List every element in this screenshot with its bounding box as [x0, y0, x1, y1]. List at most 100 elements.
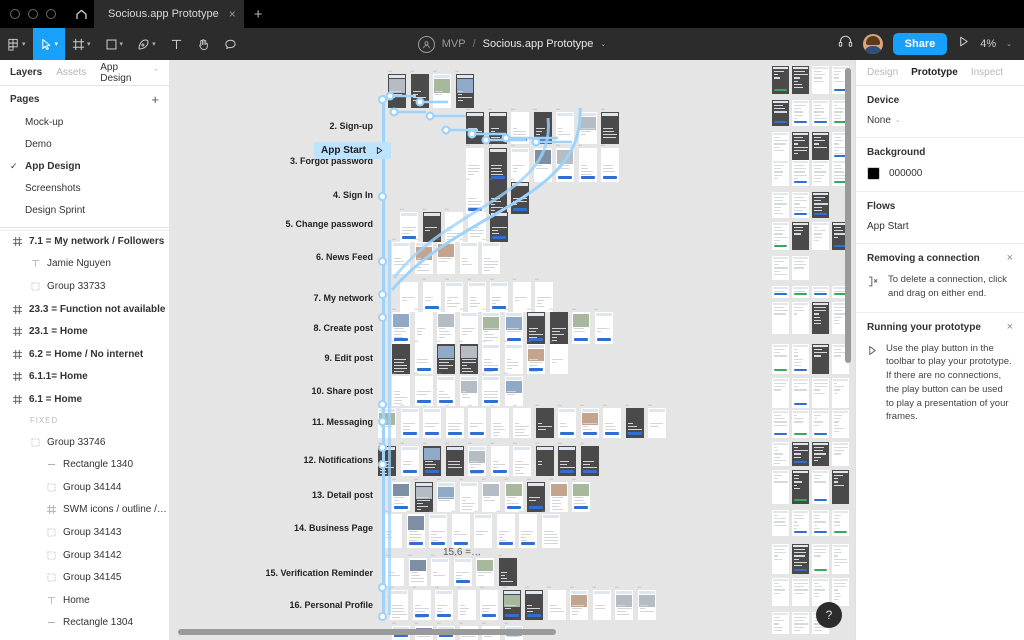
canvas-frame-thumbnail[interactable] [459, 344, 478, 374]
canvas-frame-thumbnail[interactable] [392, 376, 410, 406]
canvas-frame-thumbnail[interactable] [792, 612, 809, 634]
page-item-app-design[interactable]: ✓ App Design [0, 155, 169, 177]
close-running-prototype-icon[interactable]: × [1007, 321, 1013, 333]
canvas-frame-thumbnail[interactable] [603, 408, 621, 438]
layer-item[interactable]: 23.3 = Function not available [0, 298, 169, 321]
canvas-frame-thumbnail[interactable] [772, 612, 789, 634]
canvas-frame-thumbnail[interactable] [549, 482, 568, 512]
hand-tool-button[interactable] [190, 28, 217, 60]
canvas-frame-thumbnail[interactable] [519, 514, 537, 548]
prototype-connector-curve[interactable] [386, 82, 596, 172]
layer-item[interactable]: 6.2 = Home / No internet [0, 343, 169, 366]
canvas-frame-thumbnail[interactable] [482, 482, 500, 512]
flow-start-badge[interactable]: App Start [314, 142, 391, 159]
canvas-frame-thumbnail[interactable] [792, 192, 809, 218]
canvas-frame-thumbnail[interactable] [772, 100, 789, 126]
prototype-connector-node[interactable] [378, 583, 387, 592]
canvas-frame-thumbnail[interactable] [435, 590, 453, 620]
layer-item[interactable]: Group 34143 [0, 521, 169, 544]
canvas-frame-thumbnail[interactable] [637, 590, 656, 620]
canvas-frame-thumbnail[interactable] [490, 446, 509, 476]
canvas-frame-thumbnail[interactable] [513, 446, 531, 476]
canvas-frame-thumbnail[interactable] [792, 378, 809, 408]
canvas-frame-thumbnail[interactable] [502, 590, 521, 620]
prototype-connector-node[interactable] [378, 612, 387, 621]
layer-item[interactable]: Group 34145 [0, 566, 169, 589]
layer-item[interactable]: 7.1 = My network / Followers [0, 230, 169, 253]
figma-home-icon[interactable] [68, 8, 94, 21]
canvas-frame-thumbnail[interactable] [474, 514, 492, 548]
layer-item[interactable]: Rectangle 1340 [0, 453, 169, 476]
canvas-frame-thumbnail[interactable] [445, 408, 464, 438]
prototype-connector-node[interactable] [378, 95, 387, 104]
canvas-frame-thumbnail[interactable] [772, 544, 789, 574]
layer-item[interactable]: Group 34144 [0, 476, 169, 499]
tab-layers[interactable]: Layers [10, 67, 42, 78]
canvas-frame-thumbnail[interactable] [527, 344, 545, 374]
canvas-frame-thumbnail[interactable] [431, 558, 449, 586]
canvas-frame-thumbnail[interactable] [445, 446, 464, 476]
minimize-window-button[interactable] [28, 9, 38, 19]
layer-item[interactable]: SWM icons / outline / ho… [0, 499, 169, 522]
canvas-frame-thumbnail[interactable] [451, 514, 470, 548]
layer-item[interactable]: Group 33746 [0, 431, 169, 454]
canvas-frame-thumbnail[interactable] [482, 344, 500, 374]
canvas-frame-thumbnail[interactable] [572, 482, 590, 512]
audio-call-icon[interactable] [838, 34, 853, 54]
canvas-frame-thumbnail[interactable] [812, 302, 829, 334]
shape-tool-button[interactable]: ▾ [98, 28, 131, 60]
prototype-connector-node[interactable] [378, 417, 387, 426]
canvas-frame-thumbnail[interactable] [772, 442, 789, 466]
canvas-frame-thumbnail[interactable] [832, 378, 849, 408]
canvas-frame-thumbnail[interactable] [812, 160, 829, 186]
flow-play-icon[interactable] [375, 146, 384, 155]
canvas-frame-thumbnail[interactable] [400, 446, 419, 476]
canvas-frame-thumbnail[interactable] [625, 408, 644, 438]
canvas-frame-thumbnail[interactable] [437, 344, 455, 374]
canvas-frame-thumbnail[interactable] [414, 376, 433, 406]
canvas-frame-thumbnail[interactable] [414, 482, 433, 512]
canvas-frame-thumbnail[interactable] [832, 442, 849, 466]
canvas-frame-thumbnail[interactable] [504, 376, 523, 406]
canvas-frame-thumbnail[interactable] [412, 590, 431, 620]
page-selector[interactable]: App Design ⌃ [100, 62, 159, 84]
canvas-frame-thumbnail[interactable] [390, 590, 408, 620]
canvas-frame-thumbnail[interactable] [525, 590, 543, 620]
canvas-frame-thumbnail[interactable] [468, 446, 486, 476]
canvas-frame-thumbnail[interactable] [549, 344, 568, 374]
layer-item[interactable]: 6.1.1= Home [0, 366, 169, 389]
user-avatar[interactable] [862, 34, 883, 54]
canvas-frame-thumbnail[interactable] [772, 510, 789, 536]
canvas-frame-thumbnail[interactable] [772, 410, 789, 438]
canvas-frame-thumbnail[interactable] [541, 514, 560, 548]
canvas-frame-thumbnail[interactable] [812, 100, 829, 126]
tab-prototype[interactable]: Prototype [911, 67, 958, 78]
canvas-frame-thumbnail[interactable] [772, 256, 789, 280]
canvas-frame-thumbnail[interactable] [812, 510, 829, 536]
canvas-frame-thumbnail[interactable] [570, 590, 588, 620]
canvas-frame-thumbnail[interactable] [832, 510, 849, 536]
close-removing-connection-icon[interactable]: × [1007, 253, 1013, 264]
canvas-frame-thumbnail[interactable] [547, 590, 566, 620]
canvas-frame-thumbnail[interactable] [480, 590, 498, 620]
canvas-frame-thumbnail[interactable] [812, 344, 829, 374]
canvas-frame-thumbnail[interactable] [558, 446, 576, 476]
canvas-frame-thumbnail[interactable] [453, 558, 472, 586]
prototype-connector-node[interactable] [378, 192, 387, 201]
canvas-frame-thumbnail[interactable] [468, 408, 486, 438]
page-item-design-sprint[interactable]: Design Sprint [0, 199, 169, 221]
canvas-frame-thumbnail[interactable] [792, 256, 809, 280]
canvas-frame-thumbnail[interactable] [558, 408, 576, 438]
pen-tool-button[interactable]: ▾ [130, 28, 163, 60]
canvas-frame-thumbnail[interactable] [392, 482, 410, 512]
layer-item[interactable]: Group 33733 [0, 275, 169, 298]
canvas-frame-thumbnail[interactable] [832, 578, 849, 606]
device-select[interactable]: None ⌄ [867, 115, 1013, 126]
tab-design[interactable]: Design [867, 67, 898, 78]
canvas-frame-thumbnail[interactable] [580, 408, 599, 438]
canvas-frame-thumbnail[interactable] [772, 132, 789, 160]
canvas-frame-thumbnail[interactable] [832, 544, 849, 574]
layer-item[interactable]: Home [0, 589, 169, 612]
layer-item[interactable]: 23.1 = Home [0, 320, 169, 343]
canvas-frame-thumbnail[interactable] [592, 590, 611, 620]
